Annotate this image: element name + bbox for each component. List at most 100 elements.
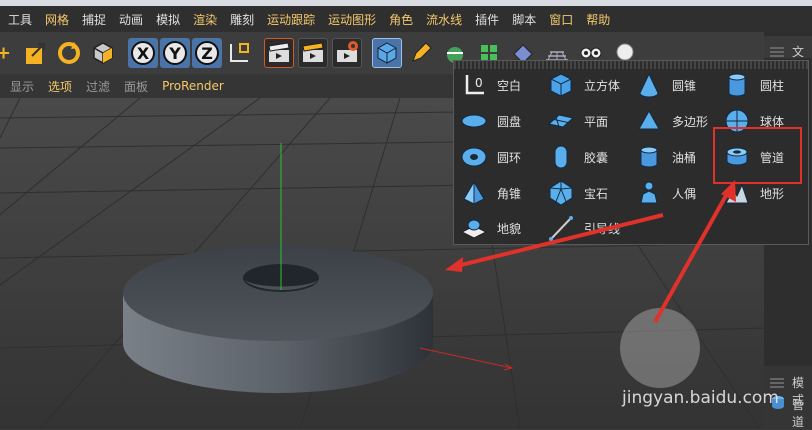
menu-item-label: 胶囊 bbox=[584, 150, 609, 165]
watermark-text: jingyan.baidu.com bbox=[622, 388, 779, 408]
null-object-icon: 0 bbox=[459, 70, 489, 100]
menu-item-plane[interactable]: 平面 bbox=[546, 105, 608, 137]
rotate-tool-button[interactable] bbox=[54, 38, 84, 68]
objects-panel-header: 文件 bbox=[764, 36, 812, 76]
menu-item-figure[interactable]: 人偶 bbox=[634, 177, 696, 209]
cone-icon bbox=[634, 70, 664, 100]
oil-tank-icon bbox=[634, 142, 664, 172]
menu-character[interactable]: 角色 bbox=[389, 11, 413, 28]
menu-item-label: 平面 bbox=[584, 114, 609, 129]
menu-plugins[interactable]: 插件 bbox=[475, 11, 499, 28]
menu-item-cone[interactable]: 圆锥 bbox=[634, 69, 696, 101]
viewport-menu-prorender[interactable]: ProRender bbox=[162, 79, 224, 93]
menu-item-label: 圆环 bbox=[497, 150, 522, 165]
menubar: 工具 网格 捕捉 动画 模拟 渲染 雕刻 运动跟踪 运动图形 角色 流水线 插件… bbox=[0, 6, 812, 32]
guide-icon bbox=[546, 213, 576, 243]
menu-item-null[interactable]: 0 空白 bbox=[459, 69, 521, 101]
plane-icon bbox=[546, 106, 576, 136]
capsule-icon bbox=[546, 142, 576, 172]
menu-help[interactable]: 帮助 bbox=[586, 11, 610, 28]
scale-icon bbox=[26, 43, 45, 64]
scale-tool-button[interactable] bbox=[20, 38, 50, 68]
menu-item-label: 人偶 bbox=[672, 186, 697, 201]
menu-item-cylinder[interactable]: 圆柱 bbox=[722, 69, 784, 101]
menu-item-label: 地形 bbox=[760, 186, 785, 201]
viewport-menu-options[interactable]: 选项 bbox=[48, 78, 72, 95]
menu-item-pyramid[interactable]: 角锥 bbox=[459, 177, 521, 209]
menu-tools[interactable]: 工具 bbox=[8, 11, 32, 28]
menu-render[interactable]: 渲染 bbox=[193, 11, 217, 28]
rotate-icon bbox=[58, 42, 80, 64]
menu-item-label: 立方体 bbox=[584, 78, 621, 93]
pen-icon bbox=[412, 42, 432, 62]
disc-icon bbox=[459, 106, 489, 136]
menu-snap[interactable]: 捕捉 bbox=[82, 11, 106, 28]
menu-item-label: 圆锥 bbox=[672, 78, 697, 93]
viewport-menubar: 显示 选项 过滤 面板 ProRender bbox=[0, 74, 460, 98]
viewport-menu-filter[interactable]: 过滤 bbox=[86, 78, 110, 95]
platonic-icon bbox=[546, 178, 576, 208]
menu-simulate[interactable]: 模拟 bbox=[156, 11, 180, 28]
add-primitive-cube-button[interactable] bbox=[372, 38, 402, 68]
watermark-blob bbox=[620, 308, 700, 388]
render-to-picture-viewer-button[interactable] bbox=[298, 38, 328, 68]
torus-icon bbox=[459, 142, 489, 172]
menu-item-label: 角锥 bbox=[497, 186, 522, 201]
cube-tool-icon bbox=[93, 42, 113, 64]
menu-mograph[interactable]: 运动图形 bbox=[328, 11, 376, 28]
pyramid-icon bbox=[459, 178, 489, 208]
panel-grip-icon[interactable] bbox=[770, 45, 784, 57]
menu-item-label: 油桶 bbox=[672, 150, 697, 165]
menu-item-platonic[interactable]: 宝石 bbox=[546, 177, 608, 209]
tube-highlight-box bbox=[713, 127, 802, 184]
menu-item-capsule[interactable]: 胶囊 bbox=[546, 141, 608, 173]
menu-item-polygon[interactable]: 多边形 bbox=[634, 105, 708, 137]
menu-item-oil-tank[interactable]: 油桶 bbox=[634, 141, 696, 173]
tube-object[interactable] bbox=[123, 245, 433, 393]
menu-mesh[interactable]: 网格 bbox=[45, 11, 69, 28]
x-axis-label: X bbox=[131, 41, 155, 65]
relief-icon bbox=[459, 213, 489, 243]
cylinder-icon bbox=[722, 70, 752, 100]
move-tool-button[interactable] bbox=[0, 38, 16, 68]
menu-script[interactable]: 脚本 bbox=[512, 11, 536, 28]
popup-grip[interactable] bbox=[454, 61, 808, 69]
render-settings-button[interactable] bbox=[332, 38, 362, 68]
viewport-menu-panel[interactable]: 面板 bbox=[124, 78, 148, 95]
clapboard-render-icon bbox=[302, 42, 324, 62]
x-axis-lock-button[interactable]: X bbox=[128, 38, 158, 68]
clapboard-gear-icon bbox=[337, 41, 358, 62]
panel-grip-icon[interactable] bbox=[770, 376, 784, 388]
menu-item-label: 多边形 bbox=[672, 114, 709, 129]
svg-text:0: 0 bbox=[475, 76, 483, 90]
menu-animate[interactable]: 动画 bbox=[119, 11, 143, 28]
menu-item-guide[interactable]: 引导线 bbox=[546, 212, 620, 244]
menu-item-label: 圆盘 bbox=[497, 114, 522, 129]
coordinate-system-icon bbox=[230, 43, 249, 62]
render-view-button[interactable] bbox=[264, 38, 294, 68]
selected-object-name: 管道 bbox=[792, 398, 805, 429]
menu-motion-tracker[interactable]: 运动跟踪 bbox=[267, 11, 315, 28]
z-axis-label: Z bbox=[195, 41, 219, 65]
clapboard-icon bbox=[268, 42, 290, 62]
menu-sculpt[interactable]: 雕刻 bbox=[230, 11, 254, 28]
coordinate-system-button[interactable] bbox=[224, 38, 254, 68]
last-tool-button[interactable] bbox=[88, 38, 118, 68]
y-axis-lock-button[interactable]: Y bbox=[160, 38, 190, 68]
menu-item-disc[interactable]: 圆盘 bbox=[459, 105, 521, 137]
menu-window[interactable]: 窗口 bbox=[549, 11, 573, 28]
menu-item-relief[interactable]: 地貌 bbox=[459, 212, 521, 244]
menu-item-label: 地貌 bbox=[497, 221, 522, 236]
figure-icon bbox=[634, 178, 664, 208]
menu-pipeline[interactable]: 流水线 bbox=[426, 11, 462, 28]
menu-item-label: 引导线 bbox=[584, 221, 621, 236]
menu-item-label: 空白 bbox=[497, 78, 522, 93]
cube-icon bbox=[546, 70, 576, 100]
menu-item-label: 宝石 bbox=[584, 186, 609, 201]
pen-spline-button[interactable] bbox=[406, 38, 436, 68]
menu-item-label: 圆柱 bbox=[760, 78, 785, 93]
menu-item-torus[interactable]: 圆环 bbox=[459, 141, 521, 173]
menu-item-cube[interactable]: 立方体 bbox=[546, 69, 620, 101]
viewport-menu-display[interactable]: 显示 bbox=[10, 78, 34, 95]
z-axis-lock-button[interactable]: Z bbox=[192, 38, 222, 68]
